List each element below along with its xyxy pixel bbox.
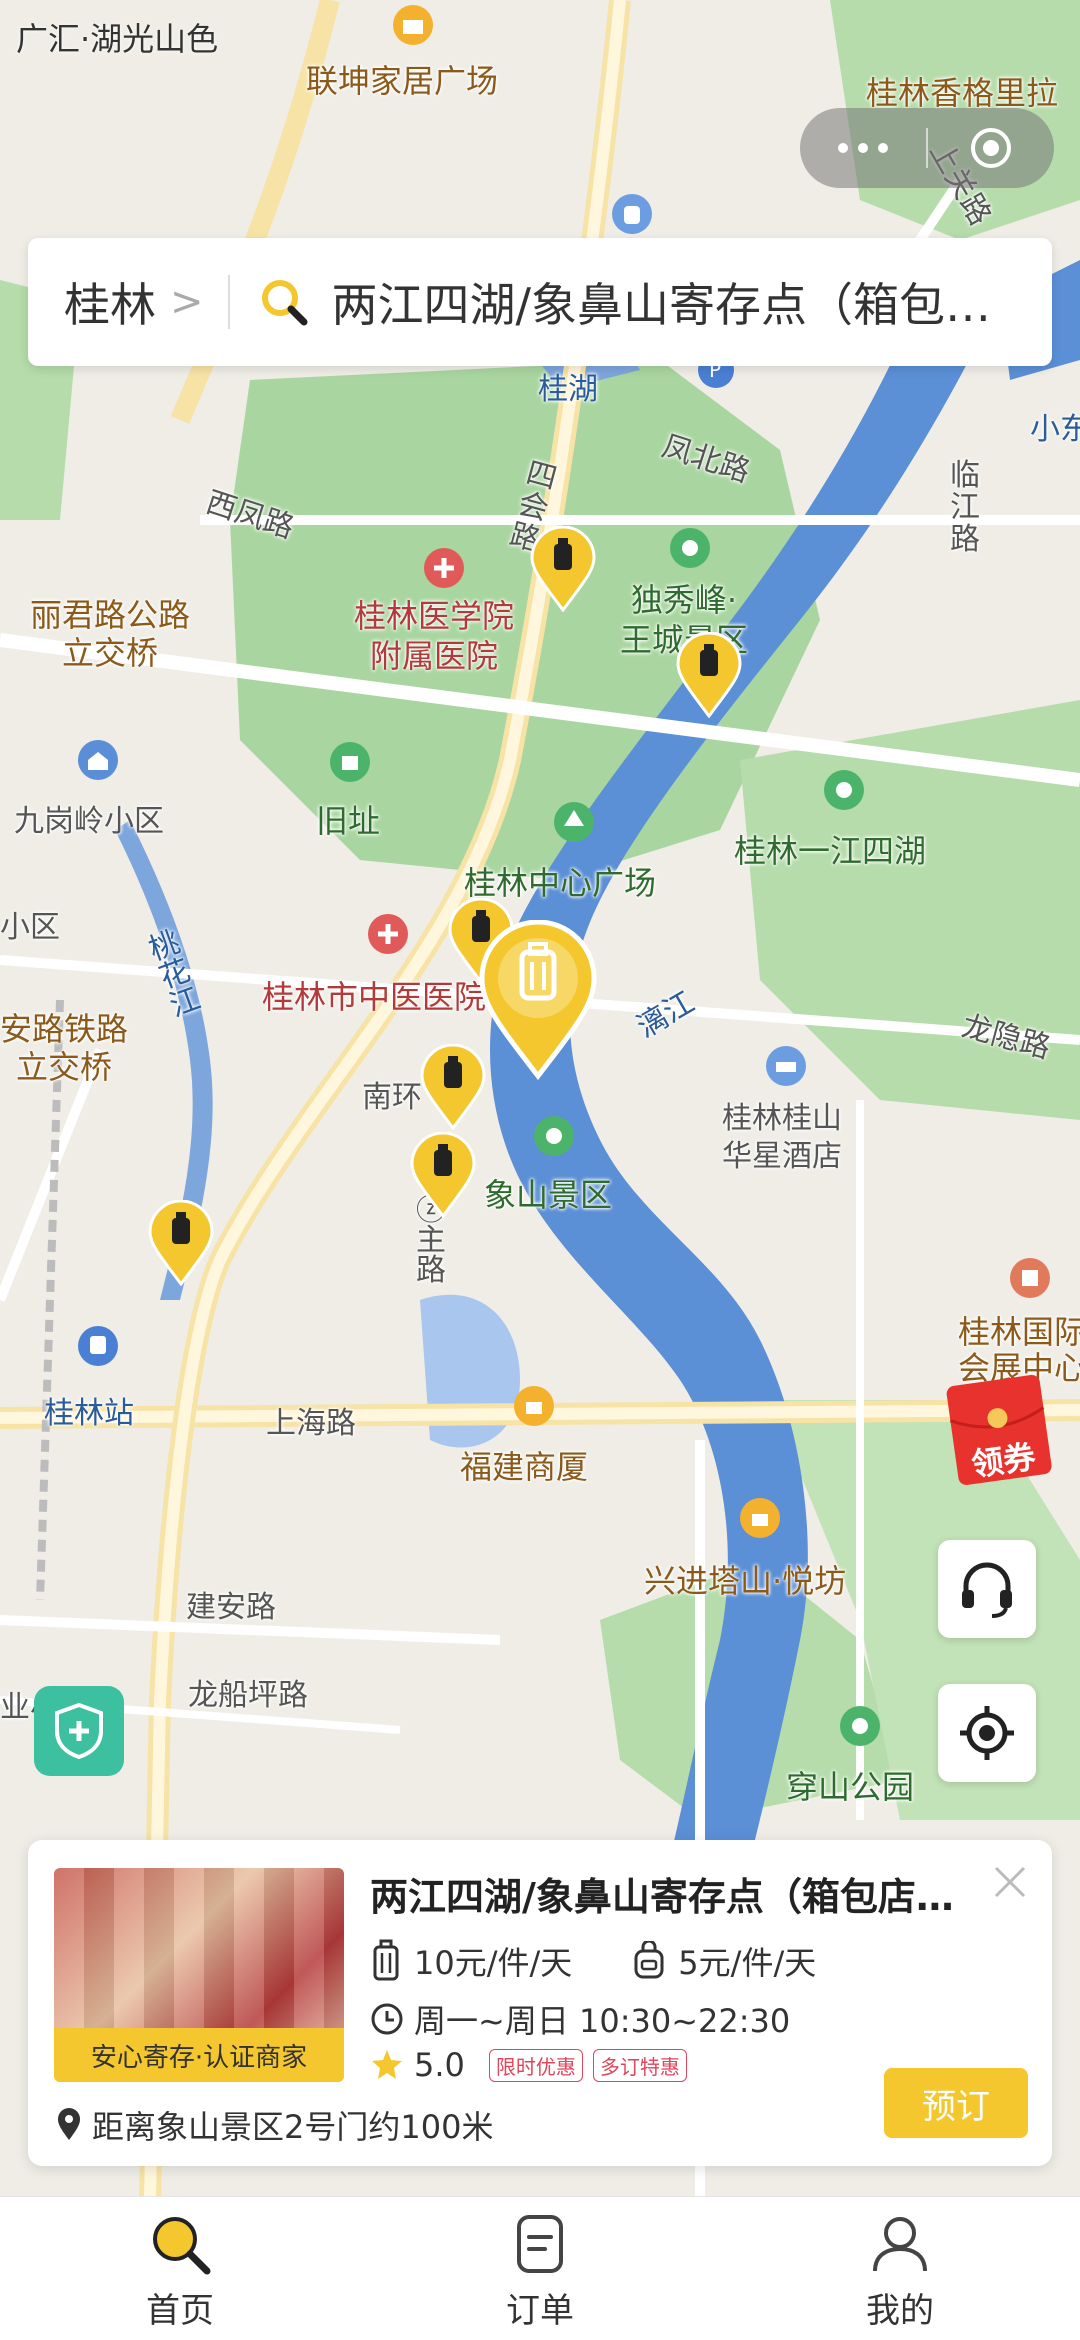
- store-card[interactable]: 安心寄存·认证商家 两江四湖/象鼻山寄存点（箱包店内） 10元/件/天 5元/件…: [28, 1840, 1052, 2166]
- clock-icon: [371, 2003, 403, 2035]
- search-icon: [261, 280, 308, 326]
- locate-icon: [960, 1706, 1014, 1760]
- poi-anlu[interactable]: 安路铁路 立交桥: [0, 1010, 128, 1086]
- storage-pin[interactable]: [420, 1044, 486, 1130]
- search-icon: [153, 2217, 211, 2275]
- scenic-icon-2: [824, 770, 864, 810]
- tab-profile[interactable]: 我的: [720, 2197, 1080, 2340]
- city-selector[interactable]: 桂林 >: [64, 269, 204, 335]
- location-pin-icon: [58, 2108, 80, 2140]
- app-screen: 联坤家居广场 桂林香格里拉 上关路 桂湖 小东 凤北路 西凤路 四会路 临江路 …: [0, 0, 1080, 2340]
- more-dots-icon: [838, 143, 888, 153]
- road-longchuan: 龙船坪路: [188, 1678, 308, 1713]
- promo-tag: 限时优惠: [488, 2048, 583, 2082]
- coupon-button[interactable]: 领券: [937, 1367, 1061, 1491]
- hospital-icon: [424, 548, 464, 588]
- hospital-icon-2: [368, 914, 408, 954]
- bag-icon: [634, 1941, 664, 1979]
- distance-text: 距离象山景区2号门约100米: [92, 2108, 494, 2146]
- poi-guishan[interactable]: 桂林桂山 华星酒店: [722, 1100, 842, 1176]
- poi-guilinzhan[interactable]: 桂林站: [44, 1388, 134, 1432]
- star-icon: [372, 2050, 402, 2079]
- mall-icon-2: [740, 1498, 780, 1538]
- target-circle-icon: [971, 128, 1011, 168]
- safety-button[interactable]: [34, 1686, 124, 1776]
- scenic-icon: [670, 528, 710, 568]
- luggage-icon: [373, 1939, 399, 1981]
- close-icon[interactable]: [988, 1860, 1032, 1904]
- residential-icon: [78, 740, 118, 780]
- tab-profile-label: 我的: [866, 2291, 934, 2331]
- close-miniprogram-button[interactable]: [928, 108, 1054, 188]
- mall-icon: [514, 1386, 554, 1426]
- locate-button[interactable]: [938, 1684, 1036, 1782]
- park-icon-2: [840, 1706, 880, 1746]
- hours-row: 周一~周日 10:30~22:30: [370, 1996, 790, 2042]
- user-icon: [873, 2217, 927, 2272]
- customer-service-button[interactable]: [938, 1540, 1036, 1638]
- store-title: 两江四湖/象鼻山寄存点（箱包店内）: [370, 1875, 990, 1919]
- poi-xiangshan[interactable]: 象山景区: [484, 1170, 612, 1216]
- tab-home-label: 首页: [146, 2291, 214, 2331]
- poi-jiugang[interactable]: 九岗岭小区: [14, 796, 164, 840]
- poi-fujian[interactable]: 福建商厦: [460, 1442, 588, 1488]
- poi-chuanshan[interactable]: 穿山公园: [786, 1762, 914, 1808]
- scenic-icon-3: [534, 1116, 574, 1156]
- price-bag: 5元/件/天: [678, 1944, 817, 1982]
- certified-badge: 安心寄存·认证商家: [54, 2028, 344, 2082]
- store-photo: 安心寄存·认证商家: [54, 1868, 344, 2082]
- road-jianan: 建安路: [186, 1590, 276, 1625]
- road-nanhuan: 南环: [362, 1080, 422, 1115]
- train-station-icon: [78, 1326, 118, 1366]
- promo-tag: 多订特惠: [592, 2048, 687, 2082]
- tab-orders-label: 订单: [506, 2291, 574, 2331]
- status-place: 广汇·湖光山色: [16, 20, 219, 58]
- poi-xiaodong[interactable]: 小东: [1030, 404, 1080, 448]
- book-button[interactable]: 预订: [884, 2068, 1028, 2138]
- search-bar: 桂林 > 两江四湖/象鼻山寄存点（箱包店内）: [28, 238, 1052, 366]
- poi-xingjin[interactable]: 兴进塔山·悦坊: [644, 1556, 846, 1602]
- order-icon: [517, 2215, 563, 2273]
- storage-pin[interactable]: [676, 632, 742, 718]
- poi-jiuzhi[interactable]: 旧址: [316, 796, 380, 842]
- poi-yijiang[interactable]: 桂林一江四湖: [734, 826, 926, 872]
- price-row: 10元/件/天 5元/件/天: [370, 1938, 816, 1984]
- chevron-right-icon: >: [170, 279, 204, 325]
- storage-pin[interactable]: [410, 1132, 476, 1218]
- shield-plus-icon: [55, 1702, 103, 1760]
- poi-lijun[interactable]: 丽君路公路 立交桥: [30, 596, 190, 672]
- backpack-icon: [612, 194, 652, 234]
- tab-home[interactable]: 首页: [0, 2197, 360, 2340]
- business-hours: 周一~周日 10:30~22:30: [414, 2002, 791, 2040]
- rating-row: 5.0 限时优惠 多订特惠: [370, 2046, 687, 2084]
- status-bar: 广汇·湖光山色: [0, 0, 1080, 70]
- tab-orders[interactable]: 订单: [360, 2197, 720, 2340]
- poi-guihu[interactable]: 桂湖: [538, 364, 598, 408]
- divider: [227, 275, 230, 329]
- miniprogram-capsule: [800, 108, 1054, 188]
- price-luggage: 10元/件/天: [414, 1944, 573, 1982]
- headset-icon: [962, 1562, 1012, 1618]
- hotel-icon: [766, 1046, 806, 1086]
- rating-value: 5.0: [414, 2046, 465, 2084]
- heritage-icon: [330, 742, 370, 782]
- poi-yixue[interactable]: 桂林医学院 附属医院: [354, 596, 514, 676]
- poi-quxiao: 小区: [0, 910, 60, 945]
- selected-storage-pin[interactable]: [478, 920, 598, 1080]
- more-button[interactable]: [800, 108, 926, 188]
- road-linjiang: 临江路: [950, 458, 980, 557]
- city-label: 桂林: [64, 278, 156, 332]
- storage-pin[interactable]: [148, 1200, 214, 1286]
- road-shanghai: 上海路: [266, 1406, 356, 1441]
- tab-bar: 首页 订单 我的: [0, 2196, 1080, 2340]
- park-icon: [554, 802, 594, 842]
- exhibition-icon: [1010, 1258, 1050, 1298]
- search-input[interactable]: 两江四湖/象鼻山寄存点（箱包店内）: [332, 269, 1032, 335]
- distance-row: 距离象山景区2号门约100米: [56, 2102, 493, 2148]
- storage-pin[interactable]: [530, 526, 596, 612]
